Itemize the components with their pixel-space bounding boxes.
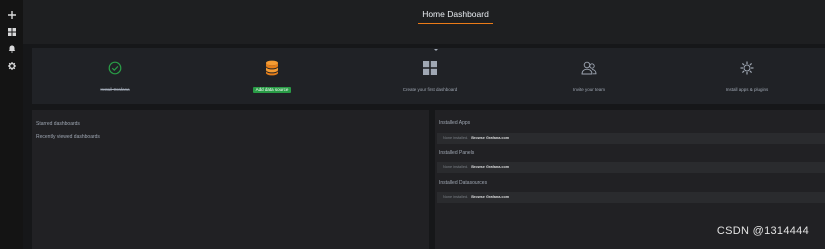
database-icon bbox=[265, 58, 279, 78]
users-icon bbox=[581, 58, 597, 78]
gear-icon[interactable] bbox=[0, 57, 23, 74]
installed-panels-heading: Installed Panels bbox=[439, 150, 475, 156]
browse-grafana-link[interactable]: Browse Grafana.com bbox=[471, 136, 509, 140]
browse-grafana-link[interactable]: Browse Grafana.com bbox=[471, 195, 509, 199]
empty-text: None installed. bbox=[443, 195, 469, 199]
step-label: Install apps & plugins bbox=[725, 87, 769, 92]
dashboard-grid-icon bbox=[423, 58, 437, 78]
dashboards-icon[interactable] bbox=[0, 23, 23, 40]
step-invite-team[interactable]: Invite your team bbox=[534, 58, 644, 102]
step-label: Create your first dashboard bbox=[402, 87, 458, 92]
getting-started-panel: Install Grafana Add data source Create y… bbox=[32, 48, 825, 104]
step-install-grafana[interactable]: Install Grafana bbox=[60, 58, 170, 102]
step-create-dashboard[interactable]: Create your first dashboard bbox=[375, 58, 485, 102]
empty-text: None installed. bbox=[443, 165, 469, 169]
installed-panels-empty: None installed. Browse Grafana.com bbox=[437, 162, 825, 173]
top-navbar: Home Dashboard bbox=[23, 0, 825, 44]
installed-datasources-empty: None installed. Browse Grafana.com bbox=[437, 192, 825, 203]
dashboard-list-panel: Starred dashboards Recently viewed dashb… bbox=[32, 110, 429, 249]
bell-icon[interactable] bbox=[0, 40, 23, 57]
empty-text: None installed. bbox=[443, 136, 469, 140]
caret-down-icon[interactable] bbox=[434, 49, 438, 51]
plugins-icon bbox=[740, 58, 754, 78]
step-label: Install Grafana bbox=[100, 87, 130, 92]
starred-dashboards-heading[interactable]: Starred dashboards bbox=[36, 121, 80, 128]
check-circle-icon bbox=[108, 58, 122, 78]
dashboard-picker[interactable]: Home Dashboard bbox=[418, 7, 493, 24]
browse-grafana-link[interactable]: Browse Grafana.com bbox=[471, 165, 509, 169]
installed-datasources-heading: Installed Datasources bbox=[439, 180, 488, 186]
sidebar bbox=[0, 0, 23, 249]
installed-apps-heading: Installed Apps bbox=[439, 120, 471, 126]
installed-apps-empty: None installed. Browse Grafana.com bbox=[437, 133, 825, 144]
watermark-text: CSDN @1314444 bbox=[716, 225, 809, 237]
recent-dashboards-heading[interactable]: Recently viewed dashboards bbox=[36, 134, 100, 141]
plus-icon[interactable] bbox=[0, 6, 23, 23]
step-label: Add data source bbox=[252, 87, 292, 93]
step-add-data-source[interactable]: Add data source bbox=[217, 58, 327, 102]
step-install-plugins[interactable]: Install apps & plugins bbox=[692, 58, 802, 102]
step-label: Invite your team bbox=[572, 87, 605, 92]
